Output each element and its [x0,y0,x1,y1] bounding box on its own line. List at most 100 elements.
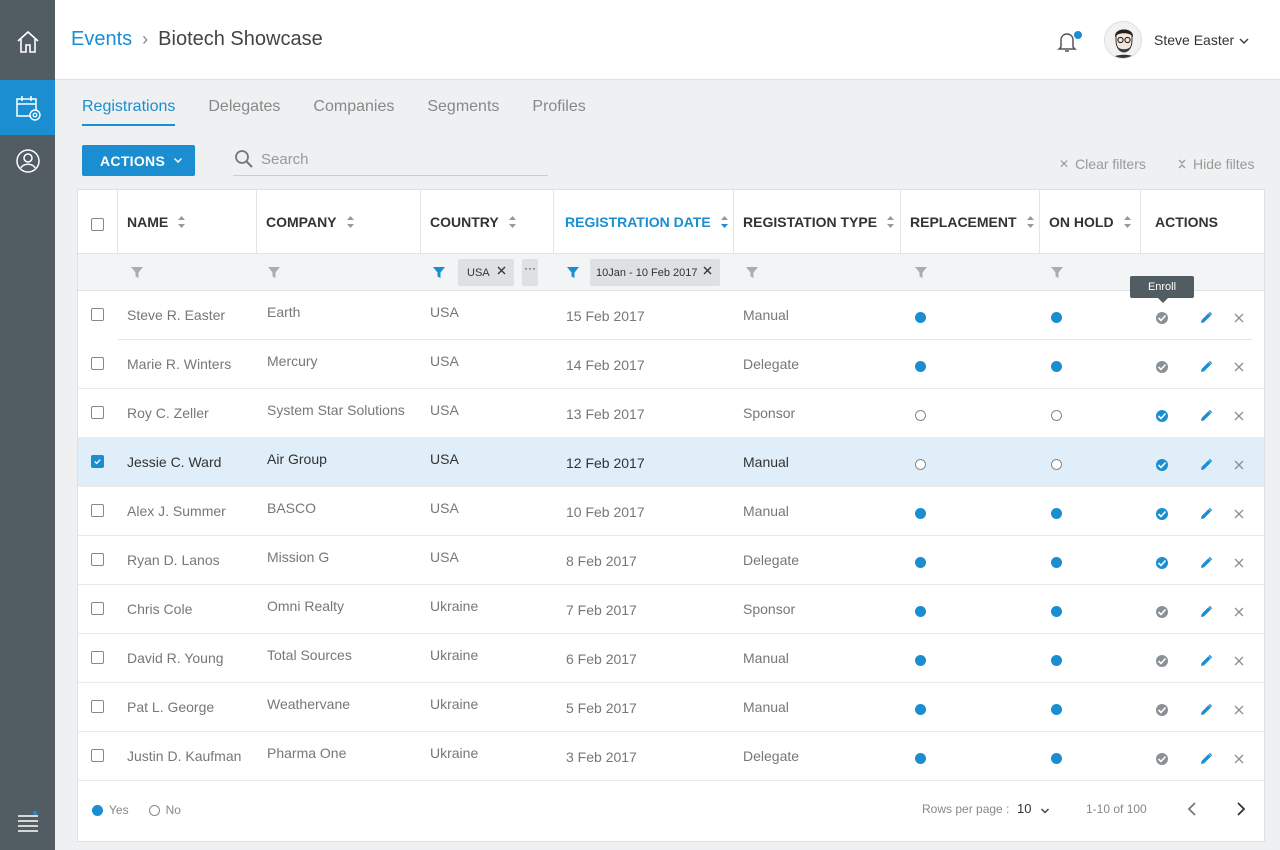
close-icon[interactable] [1232,703,1246,717]
row-checkbox[interactable] [91,308,104,321]
close-icon[interactable] [1232,605,1246,619]
pencil-icon[interactable] [1199,556,1213,570]
table-row[interactable]: Chris Cole Omni Realty Ukraine 7 Feb 2017 Sp… [78,585,1264,634]
date-filter-chip[interactable]: 10Jan - 10 Feb 2017 [590,259,720,286]
check-circle-icon[interactable] [1155,458,1169,472]
more-filters-button[interactable]: ··· [522,259,538,286]
cell-name: Marie R. Winters [127,356,232,372]
column-header-company[interactable]: COMPANY [257,190,355,254]
tab-registrations[interactable]: Registrations [82,98,176,126]
table-row[interactable]: David R. Young Total Sources Ukraine 6 Feb … [78,634,1264,683]
check-circle-icon[interactable] [1155,556,1169,570]
row-checkbox[interactable] [91,700,104,713]
chip-label: 10Jan - 10 Feb 2017 [596,266,698,279]
chevron-down-icon[interactable] [1040,806,1050,816]
pencil-icon[interactable] [1199,360,1213,374]
home-nav-button[interactable] [0,14,55,69]
column-header-on-hold[interactable]: ON HOLD [1040,190,1132,254]
row-checkbox[interactable] [91,504,104,517]
column-label: ACTIONS [1155,214,1218,230]
hide-filters-button[interactable]: Hide filtes [1177,156,1254,172]
row-checkbox[interactable] [91,602,104,615]
row-checkbox[interactable] [91,455,104,468]
check-circle-icon[interactable] [1155,409,1169,423]
table-row[interactable]: Ryan D. Lanos Mission G USA 8 Feb 2017 Deleg… [78,536,1264,585]
close-icon[interactable] [1232,409,1246,423]
close-icon[interactable] [1232,311,1246,325]
notifications-button[interactable] [1056,30,1082,54]
events-nav-button[interactable] [0,80,55,135]
close-icon[interactable] [497,266,506,275]
check-circle-icon[interactable] [1155,360,1169,374]
tab-profiles[interactable]: Profiles [532,98,585,126]
pencil-icon[interactable] [1199,752,1213,766]
table-row[interactable]: Marie R. Winters Mercury USA 14 Feb 2017 Del… [78,340,1264,389]
tab-delegates[interactable]: Delegates [208,98,280,126]
table-row[interactable]: Pat L. George Weathervane Ukraine 5 Feb 201… [78,683,1264,732]
column-header-registration-date[interactable]: REGISTRATION DATE [556,190,729,254]
filter-icon[interactable] [433,267,445,279]
profile-nav-button[interactable] [0,133,55,188]
row-checkbox[interactable] [91,749,104,762]
pencil-icon[interactable] [1199,605,1213,619]
pencil-icon[interactable] [1199,703,1213,717]
close-icon[interactable] [703,266,712,275]
row-checkbox[interactable] [91,357,104,370]
column-header-name[interactable]: NAME [118,190,186,254]
table-row[interactable]: Roy C. Zeller System Star Solutions USA 13 … [78,389,1264,438]
pencil-icon[interactable] [1199,654,1213,668]
table-row[interactable]: Steve R. Easter Earth USA 15 Feb 2017 Manual [78,291,1264,340]
search-input[interactable] [261,147,541,171]
select-all-checkbox[interactable] [91,218,104,231]
column-header-replacement[interactable]: REPLACEMENT [901,190,1035,254]
table-row[interactable]: Jessie C. Ward Air Group USA 12 Feb 2017 Man… [78,438,1264,487]
user-circle-icon [15,148,40,173]
close-icon[interactable] [1232,507,1246,521]
filter-icon[interactable] [746,267,758,279]
filter-icon[interactable] [915,267,927,279]
table-row[interactable]: Alex J. Summer BASCO USA 10 Feb 2017 Manual [78,487,1264,536]
column-header-country[interactable]: COUNTRY [421,190,517,254]
avatar[interactable] [1104,21,1142,59]
tab-segments[interactable]: Segments [427,98,499,126]
actions-dropdown-button[interactable]: ACTIONS [82,145,195,176]
check-circle-icon[interactable] [1155,605,1169,619]
sort-icon [720,216,728,228]
check-circle-icon[interactable] [1155,507,1169,521]
close-icon[interactable] [1232,654,1246,668]
pencil-icon[interactable] [1199,409,1213,423]
cell-registration-date: 3 Feb 2017 [566,749,637,765]
country-filter-chip[interactable]: USA [458,259,514,286]
user-name[interactable]: Steve Easter [1154,32,1234,48]
filter-icon[interactable] [1051,267,1063,279]
row-checkbox[interactable] [91,553,104,566]
pencil-icon[interactable] [1199,458,1213,472]
row-checkbox[interactable] [91,406,104,419]
filter-icon[interactable] [268,267,280,279]
check-circle-icon[interactable] [1155,752,1169,766]
column-header-registration-type[interactable]: REGISTATION TYPE [734,190,895,254]
chevron-right-icon[interactable] [1234,801,1248,817]
pencil-icon[interactable] [1199,507,1213,521]
check-circle-icon[interactable] [1155,311,1169,325]
table-row[interactable]: Justin D. Kaufman Pharma One Ukraine 3 Feb … [78,732,1264,781]
cell-registration-date: 8 Feb 2017 [566,553,637,569]
on-hold-indicator [1051,606,1062,617]
filter-icon[interactable] [131,267,143,279]
chevron-left-icon[interactable] [1185,801,1199,817]
pencil-icon[interactable] [1199,311,1213,325]
check-circle-icon[interactable] [1155,703,1169,717]
close-icon[interactable] [1232,752,1246,766]
close-icon[interactable] [1232,458,1246,472]
close-icon[interactable] [1232,556,1246,570]
clear-filters-button[interactable]: ✕ Clear filters [1059,156,1146,172]
close-icon[interactable] [1232,360,1246,374]
row-checkbox[interactable] [91,651,104,664]
check-circle-icon[interactable] [1155,654,1169,668]
menu-nav-button[interactable] [0,795,55,850]
rows-per-page-select[interactable]: 10 [1017,801,1031,816]
tab-companies[interactable]: Companies [313,98,394,126]
breadcrumb-events-link[interactable]: Events [71,28,132,51]
chevron-down-icon[interactable] [1238,35,1250,47]
filter-icon[interactable] [567,267,579,279]
